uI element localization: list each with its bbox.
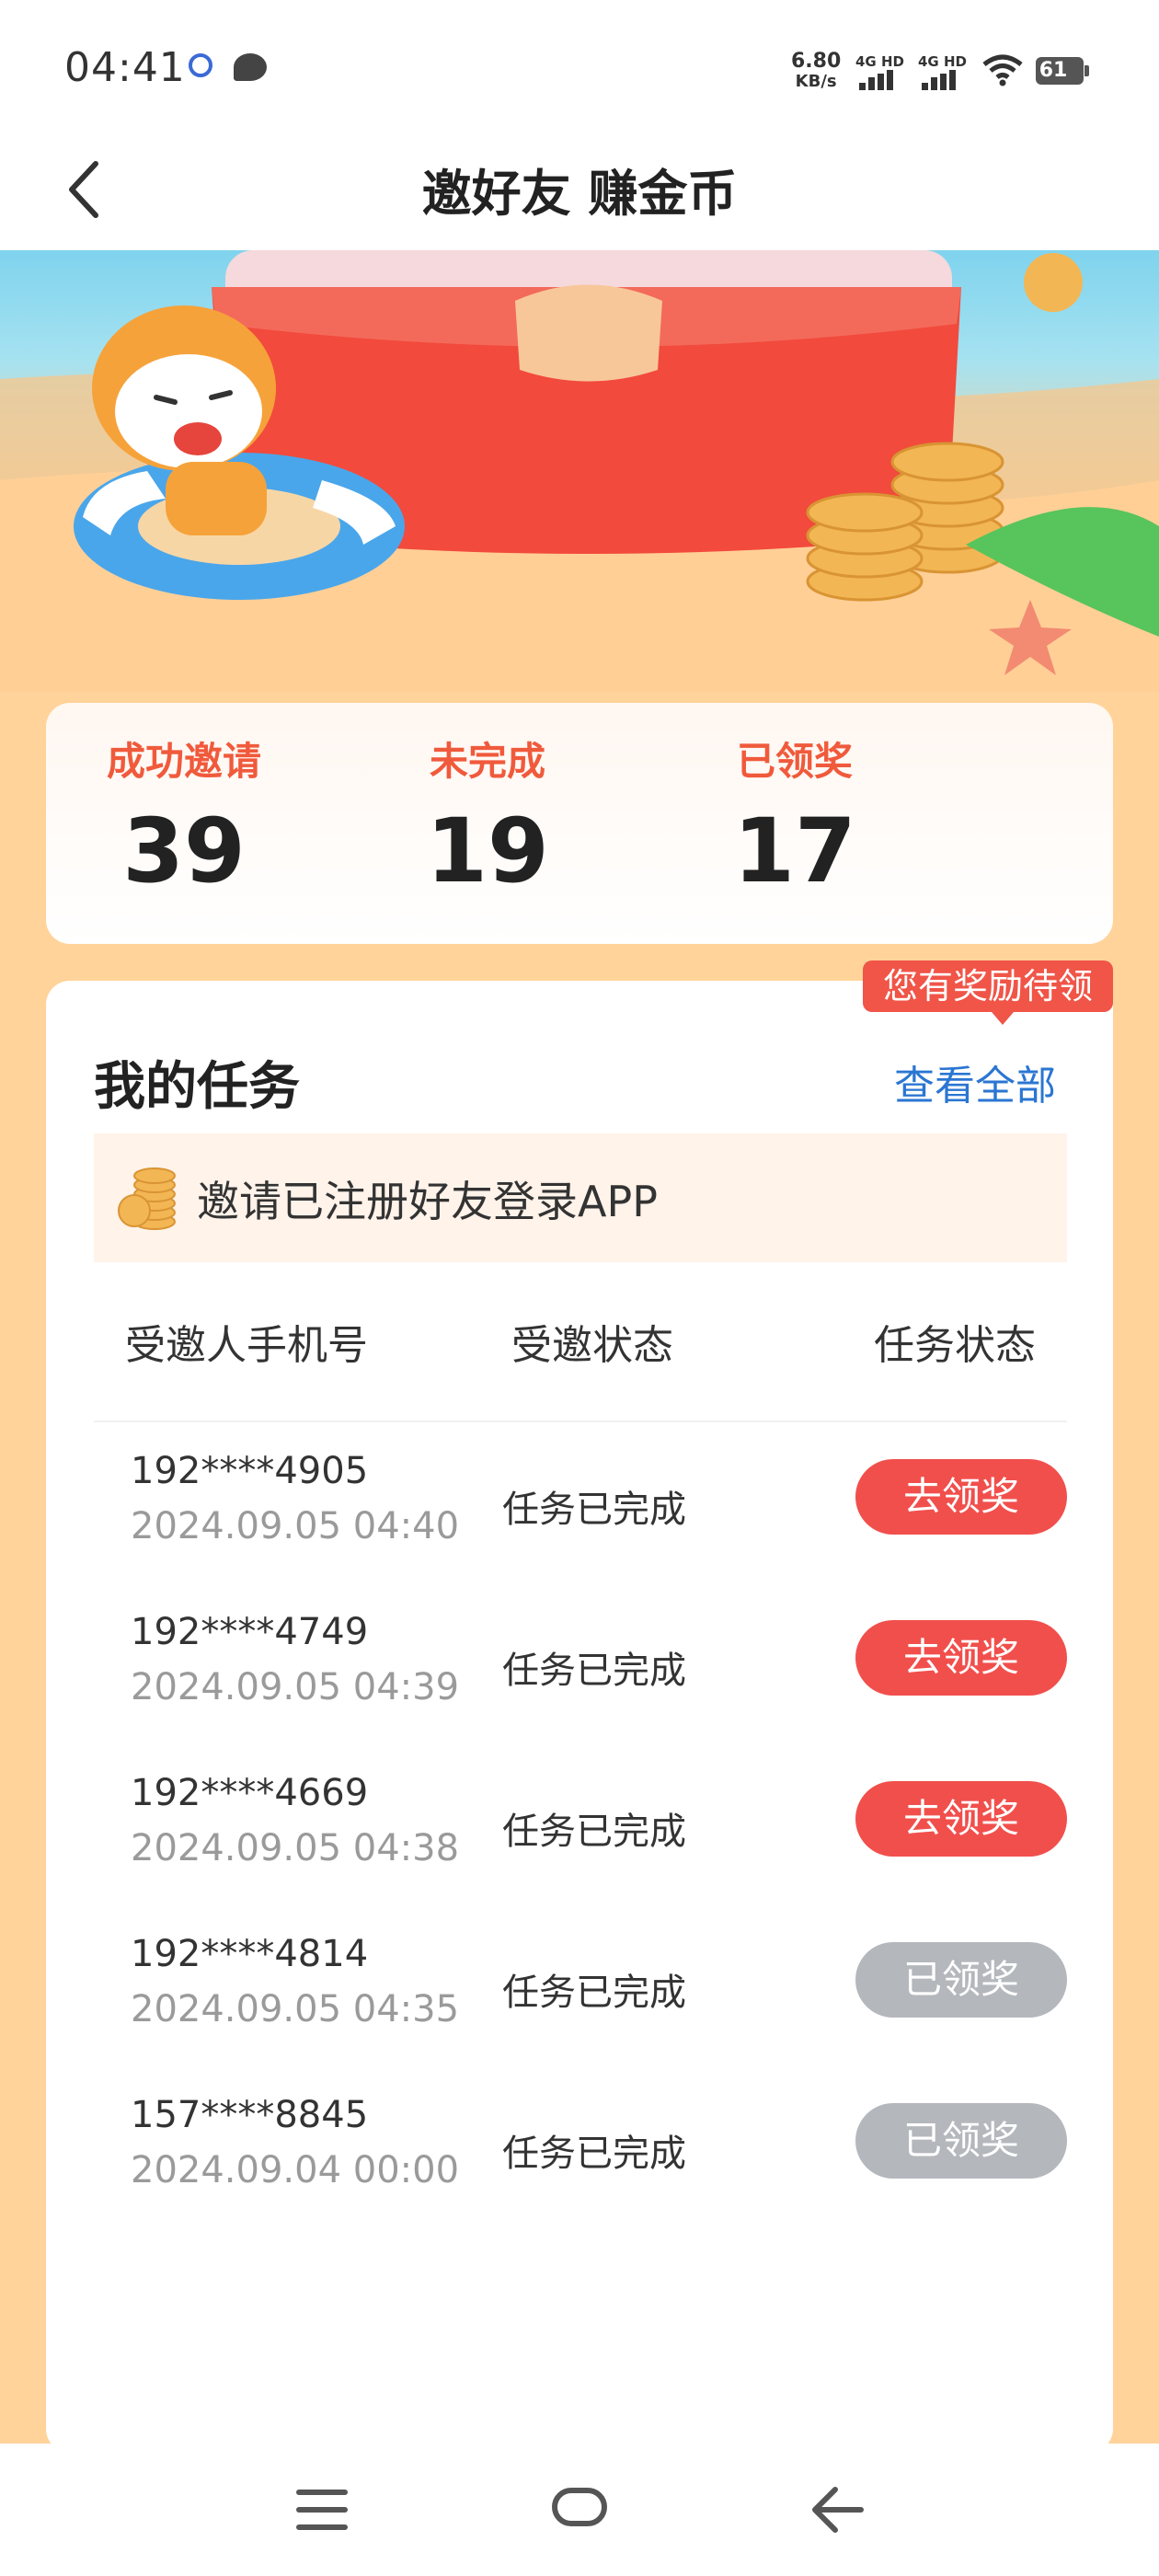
table-row: 192****4814 2024.09.05 04:35 任务已完成 已领奖 — [46, 1933, 1113, 2089]
stat-success-invites[interactable]: 成功邀请 39 — [46, 730, 322, 903]
wifi-icon — [982, 54, 1023, 86]
invite-time: 2024.09.05 04:40 — [131, 1505, 460, 1547]
invitee-phone: 157****8845 — [131, 2094, 369, 2136]
network-speed: 6.80 KB/s — [791, 52, 841, 92]
app-notification-icon — [189, 53, 212, 77]
column-header-invite-status: 受邀状态 — [511, 1322, 673, 1369]
invite-status: 任务已完成 — [502, 1972, 686, 2014]
battery-level: 61 — [1039, 59, 1068, 82]
network-speed-value: 6.80 — [791, 50, 842, 73]
invite-time: 2024.09.05 04:35 — [131, 1988, 460, 2030]
invite-stats-card: 成功邀请 39 未完成 19 已领奖 17 — [46, 703, 1113, 944]
home-icon[interactable] — [552, 2488, 607, 2526]
back-arrow-icon[interactable] — [809, 2484, 865, 2536]
invitee-phone: 192****4905 — [131, 1450, 369, 1492]
invite-time: 2024.09.04 00:00 — [131, 2149, 460, 2191]
table-row: 157****8845 2024.09.04 00:00 任务已完成 已领奖 — [46, 2094, 1113, 2250]
coin-stack-icon — [118, 1167, 176, 1230]
reward-claimed-badge: 已领奖 — [855, 2103, 1067, 2179]
view-all-link[interactable]: 查看全部 — [894, 1052, 1056, 1111]
stat-label: 已领奖 — [736, 739, 853, 784]
column-header-task-status: 任务状态 — [874, 1322, 1036, 1369]
task-text: 邀请已注册好友登录APP — [197, 1177, 658, 1226]
invitee-phone: 192****4669 — [131, 1772, 369, 1814]
pending-reward-tag: 您有奖励待领 — [862, 960, 1113, 1025]
network-speed-unit: KB/s — [795, 72, 837, 91]
invitee-phone: 192****4749 — [131, 1611, 369, 1653]
page-title: 邀好友 赚金币 — [421, 165, 738, 223]
battery-icon: 61 — [1036, 57, 1089, 85]
app-header: 邀好友 赚金币 — [0, 129, 1159, 250]
invite-time: 2024.09.05 04:38 — [131, 1827, 460, 1869]
table-row: 192****4669 2024.09.05 04:38 任务已完成 去领奖 — [46, 1772, 1113, 1928]
invitee-phone: 192****4814 — [131, 1933, 369, 1975]
status-time: 04:41 — [64, 44, 186, 91]
claim-reward-button[interactable]: 去领奖 — [855, 1459, 1067, 1535]
banner-illustration — [0, 250, 1159, 692]
invite-status: 任务已完成 — [502, 1489, 686, 1531]
invite-time: 2024.09.05 04:39 — [131, 1666, 460, 1708]
signal-2-label: 4G HD — [918, 53, 967, 70]
stat-label: 未完成 — [429, 739, 545, 784]
stat-incomplete[interactable]: 未完成 19 — [350, 730, 625, 903]
stat-value: 19 — [426, 799, 549, 903]
my-tasks-card: 我的任务 查看全部 邀请已注册好友登录APP 受邀人手机号 受邀状态 任务状态 … — [46, 981, 1113, 2453]
task-description: 邀请已注册好友登录APP — [94, 1133, 1067, 1262]
stat-label: 成功邀请 — [106, 739, 261, 784]
status-bar: 04:41 6.80 KB/s 4G HD 4G HD 61 — [0, 0, 1159, 129]
column-header-phone: 受邀人手机号 — [125, 1322, 368, 1369]
tasks-title: 我的任务 — [94, 1057, 300, 1117]
signal-1-icon: 4G HD — [855, 53, 904, 90]
message-notification-icon — [234, 53, 267, 81]
table-row: 192****4905 2024.09.05 04:40 任务已完成 去领奖 — [46, 1450, 1113, 1606]
signal-2-icon: 4G HD — [918, 53, 967, 90]
system-nav-bar — [0, 2444, 1159, 2576]
promo-banner — [0, 250, 1159, 692]
invite-status: 任务已完成 — [502, 1650, 686, 1692]
menu-icon[interactable] — [296, 2490, 348, 2530]
reward-claimed-badge: 已领奖 — [855, 1942, 1067, 2018]
stat-value: 39 — [122, 799, 246, 903]
claim-reward-button[interactable]: 去领奖 — [855, 1620, 1067, 1696]
stat-claimed[interactable]: 已领奖 17 — [657, 730, 933, 903]
invite-status: 任务已完成 — [502, 2133, 686, 2175]
signal-1-label: 4G HD — [855, 53, 904, 70]
table-row: 192****4749 2024.09.05 04:39 任务已完成 去领奖 — [46, 1611, 1113, 1767]
stat-value: 17 — [733, 799, 856, 903]
claim-reward-button[interactable]: 去领奖 — [855, 1781, 1067, 1857]
header-divider — [94, 1420, 1067, 1422]
invite-status: 任务已完成 — [502, 1811, 686, 1853]
